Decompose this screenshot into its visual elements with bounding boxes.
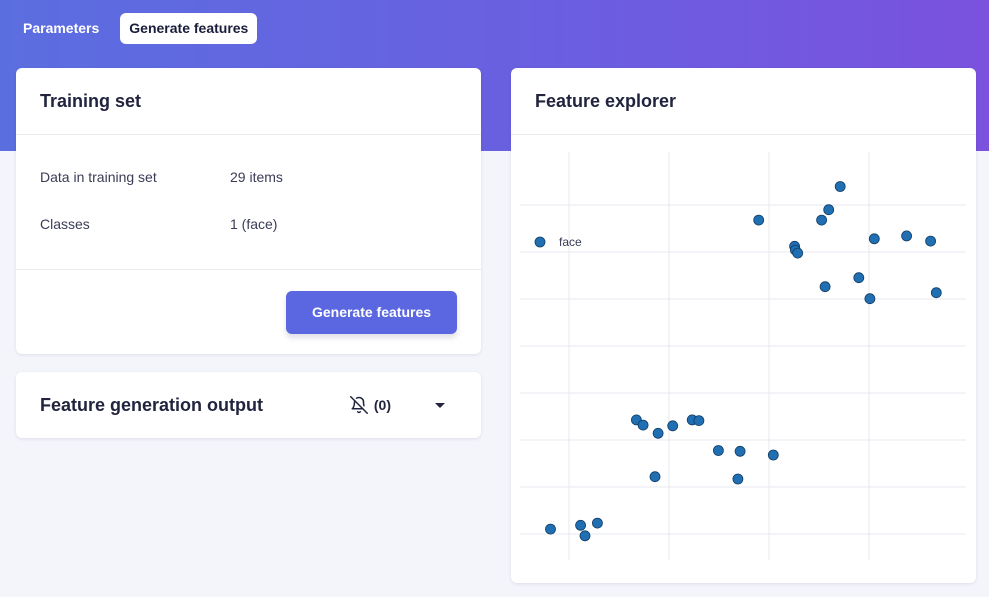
caret-down-icon[interactable] [435, 402, 445, 408]
data-point[interactable] [734, 445, 746, 457]
data-point[interactable] [853, 272, 865, 284]
notification-count: (0) [373, 397, 391, 413]
data-point[interactable] [792, 247, 804, 259]
data-point[interactable] [652, 427, 664, 439]
data-point[interactable] [693, 415, 705, 427]
training-set-info: Data in training set 29 items Classes 1 … [16, 135, 481, 270]
notification-toggle[interactable]: (0) [349, 396, 391, 414]
data-point[interactable] [925, 235, 937, 247]
training-set-footer: Generate features [16, 270, 481, 354]
data-point[interactable] [545, 523, 556, 535]
training-set-header: Training set [16, 68, 481, 135]
data-point[interactable] [667, 420, 679, 432]
info-key: Classes [40, 216, 90, 232]
plot-grid [520, 152, 966, 560]
output-title: Feature generation output [40, 394, 264, 415]
legend-label-face: face [559, 235, 582, 249]
tab-generate-features[interactable]: Generate features [120, 13, 258, 44]
info-value: 29 items [230, 169, 283, 185]
info-key: Data in training set [40, 169, 157, 185]
data-point[interactable] [753, 214, 765, 226]
feature-generation-output-card: Feature generation output (0) [16, 372, 481, 438]
feature-explorer-title: Feature explorer [535, 90, 677, 111]
feature-scatter-plot[interactable]: face [511, 136, 976, 576]
data-point[interactable] [592, 517, 603, 529]
training-set-title: Training set [40, 90, 142, 111]
data-point[interactable] [637, 419, 649, 431]
data-point[interactable] [864, 293, 876, 305]
plot-legend: face [534, 235, 582, 249]
feature-explorer-card: Feature explorer face [511, 68, 976, 583]
data-point[interactable] [868, 233, 880, 245]
info-row-data: Data in training set 29 items [40, 165, 457, 189]
data-point[interactable] [767, 449, 779, 461]
feature-explorer-header: Feature explorer [511, 68, 976, 135]
data-point[interactable] [901, 230, 913, 242]
training-set-card: Training set Data in training set 29 ite… [16, 68, 481, 354]
data-point[interactable] [930, 287, 942, 299]
data-point[interactable] [712, 445, 724, 456]
info-value: 1 (face) [230, 216, 278, 232]
data-point[interactable] [579, 530, 591, 542]
data-point[interactable] [834, 181, 846, 192]
data-point[interactable] [823, 204, 835, 216]
data-point[interactable] [732, 473, 744, 485]
data-point[interactable] [575, 519, 586, 531]
tab-bar: Parameters Generate features [14, 13, 258, 44]
tab-parameters[interactable]: Parameters [14, 13, 108, 44]
generate-features-button[interactable]: Generate features [286, 290, 457, 334]
data-point[interactable] [819, 281, 831, 293]
data-point[interactable] [816, 214, 828, 226]
bell-off-icon [349, 396, 368, 414]
info-row-classes: Classes 1 (face) [40, 212, 457, 236]
legend-marker [534, 236, 546, 248]
data-point[interactable] [649, 471, 661, 483]
